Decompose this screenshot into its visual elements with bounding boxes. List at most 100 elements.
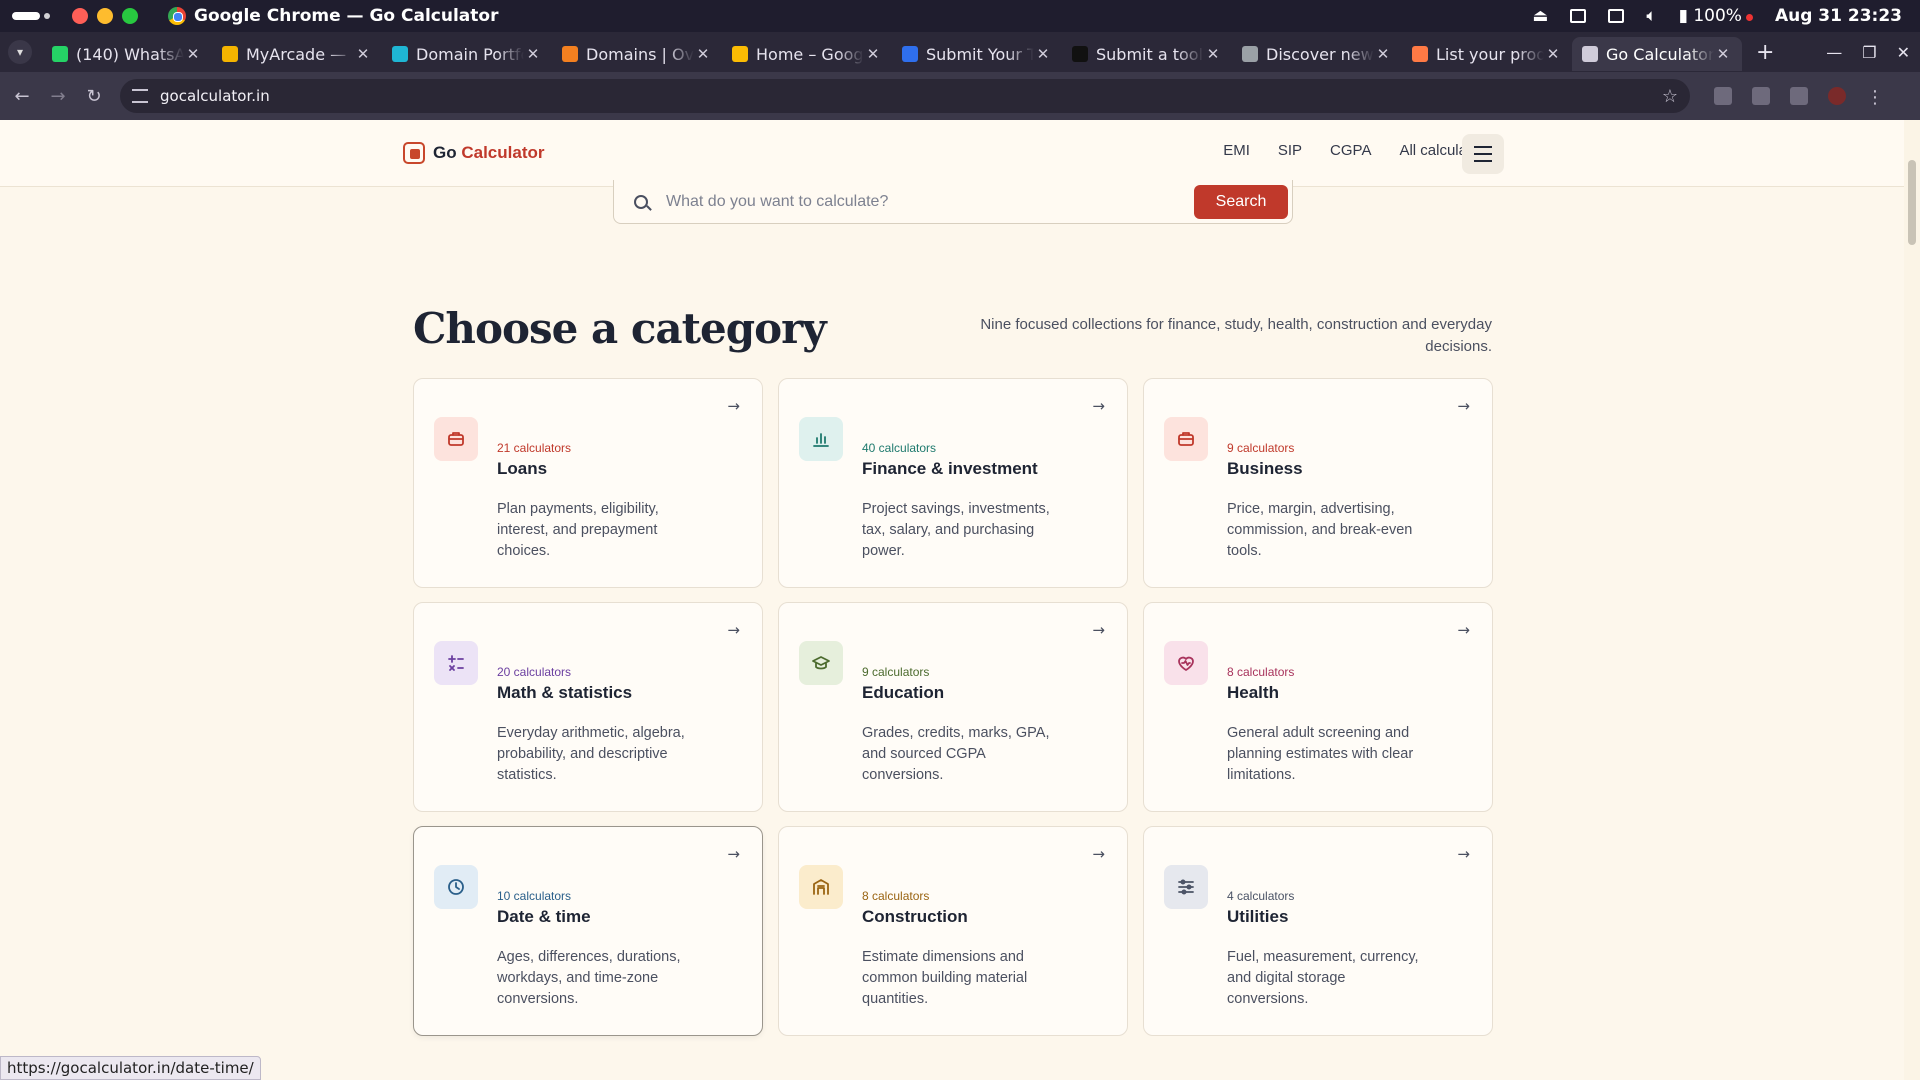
arrow-right-icon: → <box>1457 397 1470 415</box>
browser-menu-icon[interactable]: ⋮ <box>1866 87 1884 108</box>
category-card[interactable]: → 8 calculators Health General adult screen… <box>1143 602 1493 812</box>
minimize-icon[interactable]: — <box>1826 43 1842 62</box>
workspace-indicator[interactable] <box>12 12 40 20</box>
maximize-window-button[interactable] <box>122 8 138 24</box>
rocket-icon <box>1412 46 1428 62</box>
category-name: Construction <box>862 907 968 926</box>
operators-icon <box>434 641 478 685</box>
arrow-right-icon: → <box>1457 845 1470 863</box>
address-url[interactable]: gocalculator.in <box>160 87 1662 105</box>
category-card[interactable]: → 10 calculators Date & time Ages, differen… <box>413 826 763 1036</box>
screen-icon[interactable] <box>1608 9 1625 23</box>
close-window-button[interactable] <box>72 8 88 24</box>
site-settings-icon[interactable] <box>132 89 148 103</box>
browser-tab[interactable]: (140) WhatsApp✕ <box>42 37 212 71</box>
category-count: 8 calculators <box>862 889 930 903</box>
close-tab-icon[interactable]: ✕ <box>354 45 372 63</box>
back-icon[interactable]: ← <box>4 86 40 107</box>
section-subtitle: Nine focused collections for finance, st… <box>980 316 1492 355</box>
battery-percent: 100% <box>1693 6 1742 26</box>
arrow-right-icon: → <box>727 397 740 415</box>
category-card[interactable]: → 21 calculators Loans Plan payments, eligi… <box>413 378 763 588</box>
translate-extension-icon[interactable] <box>1752 87 1770 105</box>
close-tab-icon[interactable]: ✕ <box>1204 45 1222 63</box>
menu-button[interactable] <box>1462 134 1504 174</box>
close-tab-icon[interactable]: ✕ <box>524 45 542 63</box>
extensions-area: ⋮ <box>1714 87 1884 108</box>
clock[interactable]: Aug 31 23:23 <box>1775 6 1902 26</box>
close-tab-icon[interactable]: ✕ <box>1544 45 1562 63</box>
category-card[interactable]: → 8 calculators Construction Estimate dimen… <box>778 826 1128 1036</box>
category-card[interactable]: → 9 calculators Education Grades, credits, … <box>778 602 1128 812</box>
site-logo[interactable]: Go Calculator <box>403 142 544 164</box>
category-count: 9 calculators <box>1227 441 1295 455</box>
close-tab-icon[interactable]: ✕ <box>1034 45 1052 63</box>
close-tab-icon[interactable]: ✕ <box>1714 45 1732 63</box>
new-tab-button[interactable]: + <box>1756 40 1774 65</box>
category-card[interactable]: → 20 calculators Math & statistics Everyday… <box>413 602 763 812</box>
profile-avatar[interactable] <box>1828 87 1846 105</box>
page-scrollbar[interactable] <box>1904 120 1920 1080</box>
site-header: Go Calculator EMI SIP CGPA All calculators <box>0 120 1904 187</box>
battery-status[interactable]: ▮ 100% <box>1679 6 1753 26</box>
tab-title: Discover new tools <box>1266 44 1374 64</box>
nav-link[interactable]: EMI <box>1223 142 1250 159</box>
browser-tab[interactable]: Go Calculator ✕ <box>1572 37 1742 71</box>
browser-tab[interactable]: Domains | Overview✕ <box>552 37 722 71</box>
browser-tab[interactable]: Submit Your Tool✕ <box>892 37 1062 71</box>
recording-dot-icon <box>1745 14 1753 21</box>
volume-icon[interactable]: 🔈︎ <box>1646 6 1656 26</box>
close-tab-icon[interactable]: ✕ <box>184 45 202 63</box>
browser-tab[interactable]: Home – Google Ads✕ <box>722 37 892 71</box>
bookmark-star-icon[interactable]: ☆ <box>1662 86 1678 107</box>
extension-icon[interactable] <box>1714 87 1732 105</box>
category-description: Project savings, investments, tax, salar… <box>862 501 1050 559</box>
category-card[interactable]: → 40 calculators Finance & investment Proje… <box>778 378 1128 588</box>
category-card[interactable]: → 9 calculators Business Price, margin, adv… <box>1143 378 1493 588</box>
category-count: 21 calculators <box>497 441 572 455</box>
nav-link[interactable]: CGPA <box>1330 142 1371 159</box>
tab-search-chevron-icon[interactable]: ▾ <box>8 40 32 64</box>
restore-icon[interactable]: ❐ <box>1862 43 1876 62</box>
address-bar[interactable]: gocalculator.in ☆ <box>120 79 1690 113</box>
browser-tab[interactable]: Domain Portfolio✕ <box>382 37 552 71</box>
search-input[interactable]: What do you want to calculate? <box>666 193 1194 211</box>
window-title-text: Google Chrome — Go Calculator <box>194 6 499 26</box>
puzzle-icon[interactable] <box>1790 87 1808 105</box>
browser-tab[interactable]: Submit a tool ✕ <box>1062 37 1232 71</box>
browser-tab[interactable]: Discover new tools✕ <box>1232 37 1402 71</box>
search-button[interactable]: Search <box>1194 184 1288 219</box>
menu-line <box>1474 146 1492 148</box>
window-controls <box>72 8 138 24</box>
forward-icon[interactable]: → <box>40 86 76 107</box>
category-count: 20 calculators <box>497 665 572 679</box>
arrow-right-icon: → <box>1457 621 1470 639</box>
cloud-icon <box>562 46 578 62</box>
eject-icon[interactable]: ⏏ <box>1532 6 1548 26</box>
category-description: General adult screening and planning est… <box>1227 725 1414 783</box>
nav-link[interactable]: SIP <box>1278 142 1302 159</box>
arcade-icon <box>222 46 238 62</box>
browser-window-controls: — ❐ ✕ <box>1826 32 1910 72</box>
arrow-right-icon: → <box>1092 845 1105 863</box>
category-name: Finance & investment <box>862 459 1038 478</box>
tab-title: Go Calculator <box>1606 44 1714 64</box>
heart-pulse-icon <box>1164 641 1208 685</box>
clipboard-icon[interactable] <box>1570 9 1587 23</box>
close-tab-icon[interactable]: ✕ <box>1374 45 1392 63</box>
search-bar: What do you want to calculate? Search <box>613 180 1293 224</box>
close-tab-icon[interactable]: ✕ <box>694 45 712 63</box>
category-count: 8 calculators <box>1227 665 1295 679</box>
browser-tab[interactable]: MyArcade — ✕ <box>212 37 382 71</box>
category-count: 40 calculators <box>862 441 937 455</box>
reload-icon[interactable]: ↻ <box>76 86 112 107</box>
category-card[interactable]: → 4 calculators Utilities Fuel, measurement… <box>1143 826 1493 1036</box>
category-count: 9 calculators <box>862 665 930 679</box>
category-name: Date & time <box>497 907 591 926</box>
close-icon[interactable]: ✕ <box>1897 43 1910 62</box>
brand-go: Go <box>433 143 457 162</box>
close-tab-icon[interactable]: ✕ <box>864 45 882 63</box>
scrollbar-thumb[interactable] <box>1908 160 1916 245</box>
minimize-window-button[interactable] <box>97 8 113 24</box>
browser-tab[interactable]: List your product✕ <box>1402 37 1572 71</box>
